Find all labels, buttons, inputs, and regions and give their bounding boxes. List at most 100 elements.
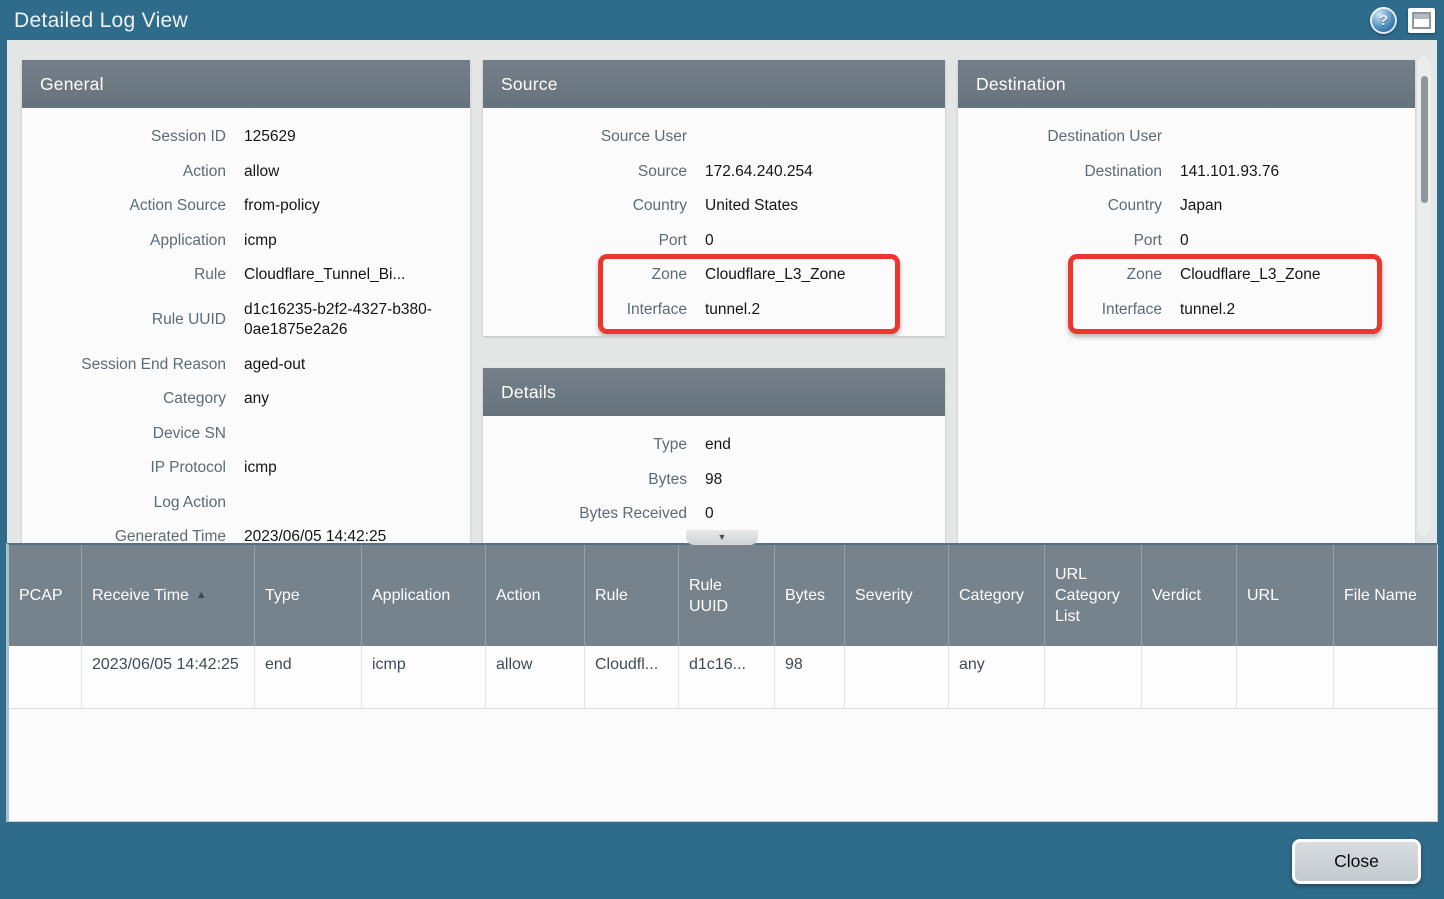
field-label: Zone bbox=[958, 266, 1162, 284]
column-label: Verdict bbox=[1152, 585, 1201, 606]
field-value: Cloudflare_L3_Zone bbox=[705, 265, 845, 285]
column-header-rule-uuid[interactable]: Rule UUID bbox=[678, 545, 774, 646]
field-value: any bbox=[244, 389, 269, 409]
column-label: Receive Time bbox=[92, 585, 189, 606]
field-value: 0 bbox=[705, 504, 714, 524]
destination-panel-body: Destination User Destination 141.101.93.7… bbox=[958, 108, 1415, 543]
column-header-receive-time[interactable]: Receive Time ▲ bbox=[81, 545, 254, 646]
field-label: Log Action bbox=[22, 494, 226, 512]
field-row-session-end-reason: Session End Reasonaged-out bbox=[22, 348, 470, 383]
general-panel-body: Session ID 125629 Actionallow Action Sour… bbox=[22, 108, 470, 543]
sort-ascending-icon: ▲ bbox=[196, 585, 207, 606]
column-label: URL Category List bbox=[1055, 564, 1131, 627]
source-panel: Source Source User Source172.64.240.254 … bbox=[483, 60, 945, 336]
log-table: PCAP Receive Time ▲ Type Application Acti… bbox=[6, 543, 1438, 822]
close-button[interactable]: Close bbox=[1292, 839, 1421, 884]
column-label: URL bbox=[1247, 585, 1279, 606]
column-header-application[interactable]: Application bbox=[361, 545, 485, 646]
destination-panel: Destination Destination User Destination… bbox=[958, 60, 1415, 543]
help-glyph: ? bbox=[1379, 13, 1388, 28]
help-icon[interactable]: ? bbox=[1370, 7, 1397, 34]
field-row-rule-uuid: Rule UUIDd1c16235-b2f2-4327-b380-0ae1875… bbox=[22, 293, 470, 348]
field-row-category: Categoryany bbox=[22, 382, 470, 417]
field-value: 0 bbox=[705, 231, 714, 251]
field-row-action-source: Action Sourcefrom-policy bbox=[22, 189, 470, 224]
field-value: 0 bbox=[1180, 231, 1189, 251]
field-row-source: Source172.64.240.254 bbox=[483, 155, 945, 190]
column-header-severity[interactable]: Severity bbox=[844, 545, 948, 646]
field-row-port: Port 0 bbox=[483, 224, 945, 259]
source-panel-body: Source User Source172.64.240.254 Country… bbox=[483, 108, 945, 336]
field-label: Destination bbox=[958, 163, 1162, 181]
field-value: icmp bbox=[244, 458, 277, 478]
destination-panel-header: Destination bbox=[958, 60, 1415, 108]
field-label: Rule bbox=[22, 266, 226, 284]
field-value: 2023/06/05 14:42:25 bbox=[244, 527, 386, 543]
field-label: Bytes Received bbox=[483, 505, 687, 523]
cell-action: allow bbox=[485, 646, 584, 708]
column-header-verdict[interactable]: Verdict bbox=[1141, 545, 1236, 646]
column-label: Bytes bbox=[785, 585, 825, 606]
column-header-url[interactable]: URL bbox=[1236, 545, 1333, 646]
field-label: Interface bbox=[483, 301, 687, 319]
log-table-header-row: PCAP Receive Time ▲ Type Application Acti… bbox=[9, 545, 1437, 646]
field-value: d1c16235-b2f2-4327-b380-0ae1875e2a26 bbox=[244, 300, 462, 340]
column-label: Severity bbox=[855, 585, 913, 606]
field-row-rule: Rule Cloudflare_Tunnel_Bi... bbox=[22, 258, 470, 293]
collapse-panel-handle[interactable]: ▼ bbox=[686, 530, 758, 545]
dialog-content: General Session ID125629 Actionallow Act… bbox=[7, 40, 1437, 543]
field-label: Type bbox=[483, 436, 687, 454]
titlebar-icons: ? bbox=[1370, 7, 1435, 34]
column-label: Rule UUID bbox=[689, 575, 764, 617]
column-header-url-category-list[interactable]: URL Category List bbox=[1044, 545, 1141, 646]
field-label: Zone bbox=[483, 266, 687, 284]
vertical-scrollbar[interactable] bbox=[1417, 56, 1431, 536]
window-restore-icon-titlebar bbox=[1414, 14, 1429, 19]
field-label: Country bbox=[483, 197, 687, 215]
field-value: end bbox=[705, 435, 731, 455]
cell-file-name bbox=[1333, 646, 1437, 708]
details-panel: Details Typeend Bytes98 Bytes Received0 bbox=[483, 368, 945, 543]
cell-url bbox=[1236, 646, 1333, 708]
field-label: Device SN bbox=[22, 425, 226, 443]
column-label: Category bbox=[959, 585, 1024, 606]
field-label: Generated Time bbox=[22, 528, 226, 543]
column-header-category[interactable]: Category bbox=[948, 545, 1044, 646]
column-header-bytes[interactable]: Bytes bbox=[774, 545, 844, 646]
column-header-rule[interactable]: Rule bbox=[584, 545, 678, 646]
field-row-port: Port0 bbox=[958, 224, 1415, 259]
field-row-action: Actionallow bbox=[22, 155, 470, 190]
cell-url-category-list bbox=[1044, 646, 1141, 708]
column-label: File Name bbox=[1344, 585, 1417, 606]
cell-type: end bbox=[254, 646, 361, 708]
column-label: Application bbox=[372, 585, 450, 606]
field-row-destination-user: Destination User bbox=[958, 120, 1415, 155]
field-label: Action bbox=[22, 163, 226, 181]
field-value: 141.101.93.76 bbox=[1180, 162, 1279, 182]
field-label: Interface bbox=[958, 301, 1162, 319]
field-label: Bytes bbox=[483, 471, 687, 489]
window-restore-icon-inner bbox=[1412, 12, 1431, 29]
field-value: Cloudflare_L3_Zone bbox=[1180, 265, 1320, 285]
source-panel-header: Source bbox=[483, 60, 945, 108]
general-panel: General Session ID125629 Actionallow Act… bbox=[22, 60, 470, 543]
log-table-row[interactable]: 2023/06/05 14:42:25 end icmp allow Cloud… bbox=[9, 646, 1437, 709]
column-label: Rule bbox=[595, 585, 628, 606]
field-value: Cloudflare_Tunnel_Bi... bbox=[244, 265, 405, 285]
cell-rule: Cloudfl... bbox=[584, 646, 678, 708]
scrollbar-thumb[interactable] bbox=[1421, 76, 1428, 203]
column-header-action[interactable]: Action bbox=[485, 545, 584, 646]
field-value: 125629 bbox=[244, 127, 296, 147]
column-header-pcap[interactable]: PCAP bbox=[9, 545, 81, 646]
field-label: Session ID bbox=[22, 128, 226, 146]
cell-severity bbox=[844, 646, 948, 708]
field-label: Port bbox=[483, 232, 687, 250]
field-label: Country bbox=[958, 197, 1162, 215]
column-header-type[interactable]: Type bbox=[254, 545, 361, 646]
cell-category: any bbox=[948, 646, 1044, 708]
field-label: Action Source bbox=[22, 197, 226, 215]
window-restore-icon[interactable] bbox=[1408, 8, 1435, 33]
field-value: tunnel.2 bbox=[705, 300, 760, 320]
field-row-country: CountryUnited States bbox=[483, 189, 945, 224]
column-header-file-name[interactable]: File Name bbox=[1333, 545, 1437, 646]
